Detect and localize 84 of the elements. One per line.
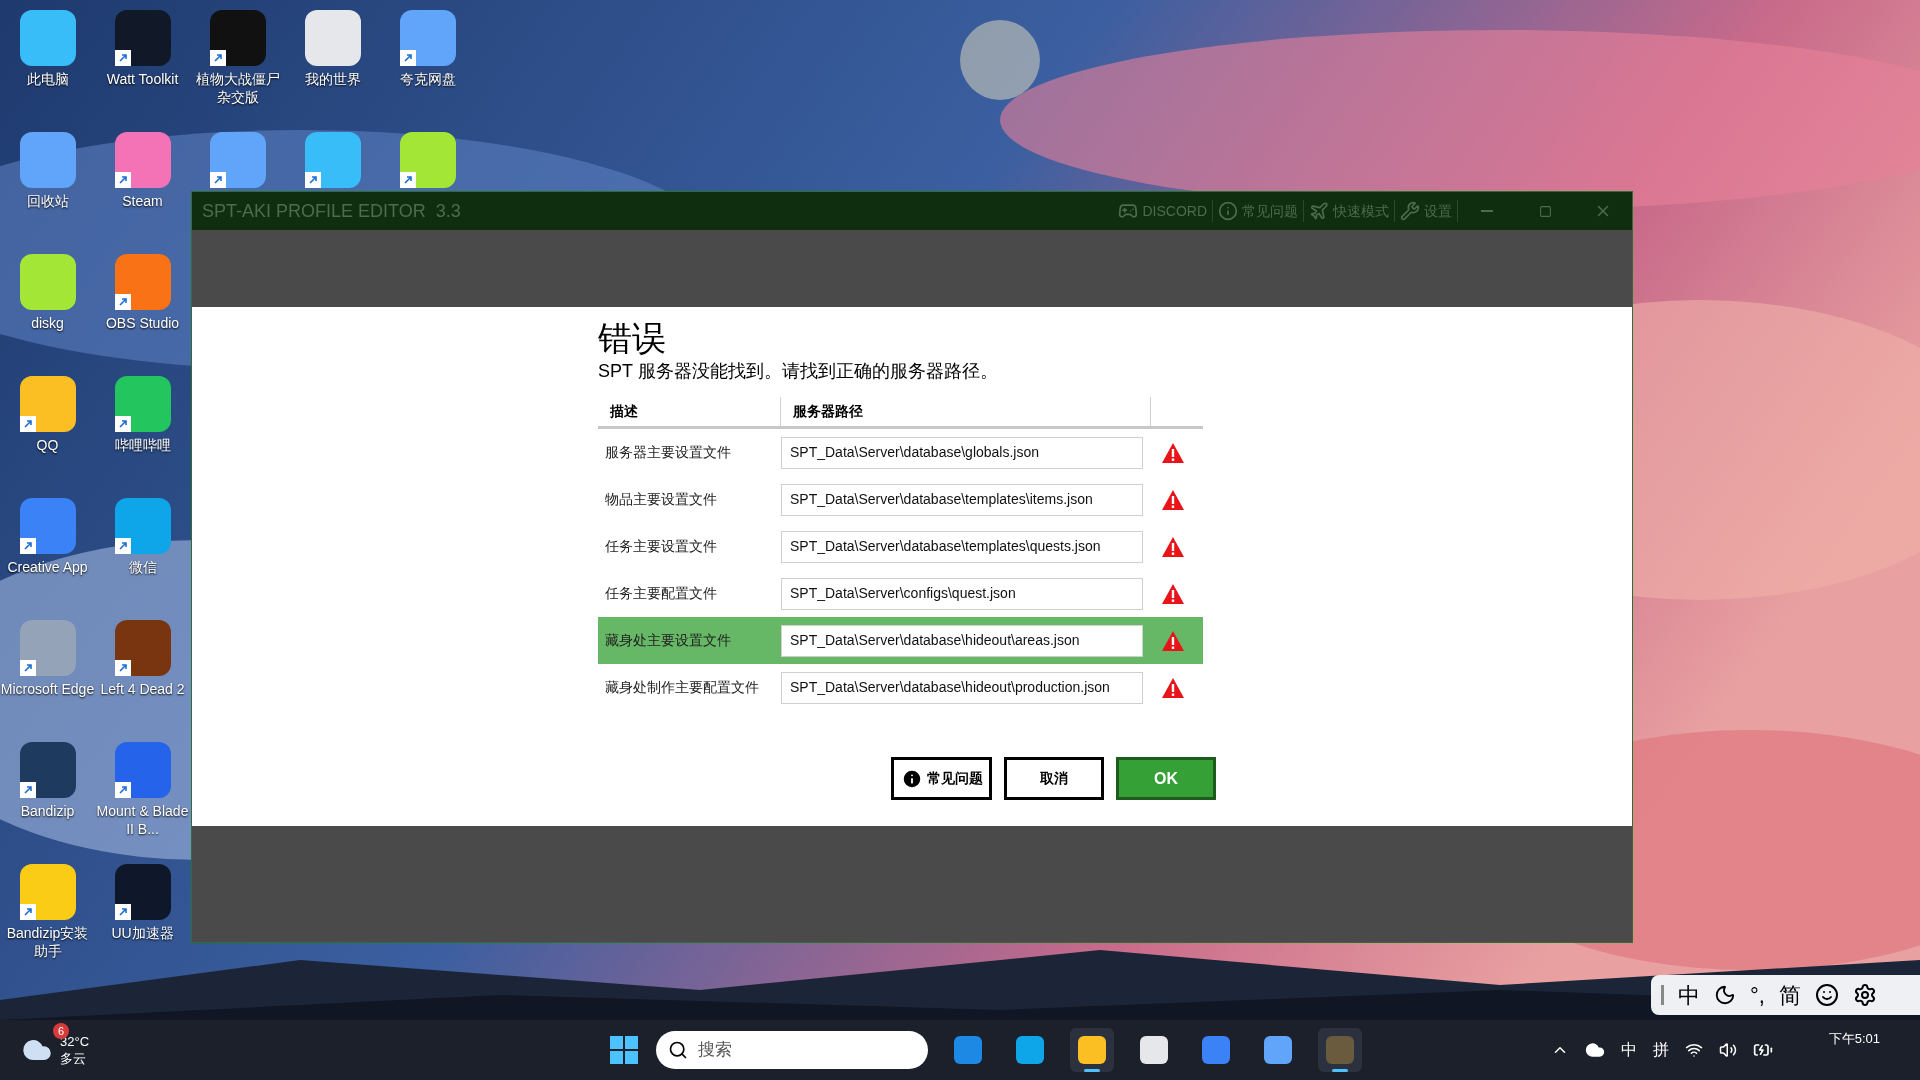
icon-label: diskg bbox=[30, 314, 65, 332]
app-icon[interactable] bbox=[114, 376, 171, 432]
dialog-title: 错误 bbox=[598, 318, 667, 359]
app-icon[interactable] bbox=[114, 620, 171, 676]
icon-label: Watt Toolkit bbox=[105, 70, 180, 88]
warning-icon bbox=[1161, 582, 1185, 605]
warning-icon bbox=[1161, 441, 1185, 464]
icon-label: QQ bbox=[35, 436, 60, 454]
path-field[interactable]: SPT_Data\Server\database\hideout\production.json bbox=[781, 671, 1143, 704]
table-cell-text: 物品主要设置文件 bbox=[604, 490, 718, 509]
icon-label: Steam bbox=[121, 192, 164, 210]
weather-badge: 6 bbox=[53, 1023, 69, 1039]
path-field[interactable]: SPT_Data\Server\database\globals.json bbox=[781, 436, 1143, 469]
app-icon[interactable] bbox=[114, 10, 171, 66]
table-cell-text: 任务主要设置文件 bbox=[604, 537, 718, 556]
app-icon[interactable] bbox=[304, 10, 361, 66]
warning-icon bbox=[1161, 676, 1185, 699]
path-field[interactable]: SPT_Data\Server\database\templates\items.json bbox=[781, 483, 1143, 516]
table-cell-text: 藏身处主要设置文件 bbox=[604, 631, 732, 650]
icon-label: Creative App bbox=[6, 558, 89, 576]
app-icon[interactable] bbox=[19, 376, 76, 432]
window-title: SPT-AKI PROFILE EDITOR 3.3 bbox=[202, 199, 461, 223]
app-icon[interactable] bbox=[209, 10, 266, 66]
punctuation-toggle[interactable]: °, bbox=[1750, 978, 1765, 1012]
minimize-icon bbox=[1481, 210, 1493, 212]
path-field[interactable]: SPT_Data\Server\database\hideout\areas.json bbox=[781, 624, 1143, 657]
icon-label: Bandizip bbox=[19, 802, 76, 820]
column-header: 服务器路径 bbox=[781, 397, 1151, 426]
cloud-icon[interactable] bbox=[1584, 1040, 1605, 1060]
icon-label: OBS Studio bbox=[104, 314, 181, 332]
app-icon[interactable] bbox=[399, 10, 456, 66]
warning-icon bbox=[1161, 488, 1185, 511]
search-icon bbox=[668, 1040, 688, 1060]
app-icon[interactable] bbox=[114, 132, 171, 188]
gamepad-icon bbox=[1118, 201, 1139, 221]
icon-label: UU加速器 bbox=[110, 924, 175, 942]
icon-label: 哔哩哔哩 bbox=[113, 436, 172, 454]
table-cell-text: 服务器主要设置文件 bbox=[604, 443, 732, 462]
wifi-icon[interactable] bbox=[1684, 1041, 1703, 1059]
app-icon[interactable] bbox=[114, 498, 171, 554]
icon-label: 我的世界 bbox=[303, 70, 362, 88]
wrench-icon bbox=[1400, 201, 1420, 221]
app-icon[interactable] bbox=[114, 864, 171, 920]
icon-label: Microsoft Edge bbox=[0, 680, 95, 698]
dialog-message: SPT 服务器没能找到。请找到正确的服务器路径。 bbox=[598, 360, 999, 383]
table-cell-text: 藏身处制作主要配置文件 bbox=[604, 678, 760, 697]
app-icon[interactable] bbox=[19, 742, 76, 798]
plane-icon bbox=[1309, 201, 1329, 221]
script-toggle[interactable]: 简 bbox=[1778, 978, 1801, 1012]
column-header: 描述 bbox=[598, 397, 781, 426]
emoji-icon[interactable] bbox=[1814, 983, 1839, 1007]
table-cell-text: 任务主要配置文件 bbox=[604, 584, 718, 603]
warning-icon bbox=[1161, 535, 1185, 558]
icon-label: Bandizip安装助手 bbox=[5, 924, 90, 960]
icon-label: 植物大战僵尸杂交版 bbox=[194, 70, 281, 106]
cancel-button[interactable]: 取消 bbox=[1004, 757, 1104, 800]
info-icon bbox=[900, 767, 923, 790]
weather-condition: 多云 bbox=[60, 1050, 87, 1067]
icon-label: Mount & Blade II B... bbox=[95, 802, 190, 838]
maximize-icon bbox=[1538, 204, 1552, 218]
path-field[interactable]: SPT_Data\Server\configs\quest.json bbox=[781, 577, 1143, 610]
ime-indicator[interactable]: 拼 bbox=[1652, 1038, 1669, 1062]
icon-label: 此电脑 bbox=[25, 70, 70, 88]
clock[interactable]: 下午5:01 bbox=[1828, 1029, 1880, 1049]
app-icon[interactable] bbox=[19, 498, 76, 554]
table-row[interactable]: 藏身处主要设置文件 SPT_Data\Server\database\hideout\areas.json bbox=[598, 617, 1203, 664]
icon-label: Left 4 Dead 2 bbox=[99, 680, 186, 698]
faq-button[interactable]: 常见问题 bbox=[891, 757, 992, 800]
start-icon[interactable] bbox=[610, 1036, 638, 1064]
app-icon[interactable] bbox=[19, 864, 76, 920]
icon-label: 微信 bbox=[127, 558, 158, 576]
taskbar-app[interactable] bbox=[1070, 1028, 1114, 1072]
volume-icon[interactable] bbox=[1718, 1041, 1737, 1059]
moon-icon[interactable] bbox=[1714, 984, 1736, 1006]
settings-icon[interactable] bbox=[1852, 983, 1877, 1007]
search-field[interactable]: 搜索 bbox=[656, 1031, 928, 1069]
ime-mode[interactable]: 中 bbox=[1678, 978, 1700, 1012]
warning-icon bbox=[1161, 629, 1185, 652]
path-field[interactable]: SPT_Data\Server\database\templates\quests.json bbox=[781, 530, 1143, 563]
info-icon bbox=[1218, 201, 1238, 221]
icon-label: 回收站 bbox=[25, 192, 70, 210]
taskbar-app[interactable] bbox=[1318, 1028, 1362, 1072]
input-indicator[interactable]: 中 bbox=[1620, 1038, 1637, 1062]
icon-label: 夸克网盘 bbox=[398, 70, 457, 88]
